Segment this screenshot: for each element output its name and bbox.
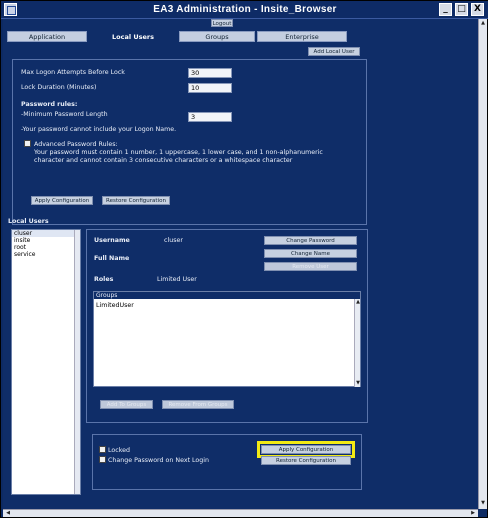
username-label: Username [94, 237, 130, 244]
scroll-up-icon[interactable]: ▲ [479, 20, 487, 27]
user-restore-configuration-button[interactable]: Restore Configuration [261, 456, 351, 465]
add-to-groups-button[interactable]: Add To Groups [100, 400, 153, 409]
list-scrollbar[interactable] [74, 230, 80, 494]
vertical-scrollbar[interactable]: ▲ ▼ [478, 19, 487, 509]
min-password-length-label: -Minimum Password Length [21, 111, 108, 118]
logout-button[interactable]: Logout [211, 19, 233, 27]
scroll-right-icon[interactable]: ▶ [469, 510, 477, 517]
list-item[interactable]: insite [12, 237, 80, 244]
list-item[interactable]: cluser [12, 230, 80, 237]
scroll-up-icon[interactable]: ▲ [355, 299, 361, 306]
remove-user-button[interactable]: Remove User [264, 262, 357, 271]
change-password-next-login-checkbox[interactable] [99, 456, 106, 463]
roles-label: Roles [94, 276, 114, 283]
apply-configuration-button[interactable]: Apply Configuration [31, 196, 93, 205]
tab-groups[interactable]: Groups [179, 31, 255, 42]
groups-scrollbar[interactable]: ▲ ▼ [354, 299, 360, 387]
locked-checkbox[interactable] [99, 446, 106, 453]
lock-duration-label: Lock Duration (Minutes) [21, 84, 97, 91]
window-title: EA3 Administration - Insite_Browser [153, 4, 337, 15]
scroll-down-icon[interactable]: ▼ [355, 380, 361, 387]
change-password-button[interactable]: Change Password [264, 236, 357, 245]
advanced-password-rules-checkbox[interactable] [24, 140, 31, 147]
advanced-rules-text-2: character and cannot contain 3 consecuti… [34, 157, 293, 164]
roles-value: Limited User [157, 276, 197, 283]
groups-heading: Groups [94, 292, 360, 299]
password-rules-heading: Password rules: [21, 101, 78, 108]
list-item[interactable]: service [12, 251, 80, 258]
logon-settings-panel: Max Logon Attempts Before Lock 30 Lock D… [12, 59, 367, 225]
close-icon[interactable]: X [471, 3, 484, 16]
scroll-left-icon[interactable]: ◀ [4, 510, 12, 517]
tab-local-users[interactable]: Local Users [89, 31, 177, 42]
locked-label: Locked [108, 447, 131, 454]
add-local-user-button[interactable]: Add Local User [308, 47, 360, 56]
local-users-list[interactable]: cluser insite root service [11, 229, 81, 495]
logon-name-rule-text: -Your password cannot include your Logon… [21, 126, 177, 133]
change-password-next-login-label: Change Password on Next Login [108, 457, 210, 464]
remove-from-groups-button[interactable]: Remove From Groups [162, 400, 234, 409]
username-value: cluser [164, 237, 183, 244]
full-name-label: Full Name [94, 255, 130, 262]
minimize-icon[interactable]: _ [439, 3, 452, 16]
application-window: EA3 Administration - Insite_Browser _ □ … [0, 0, 488, 518]
horizontal-scrollbar[interactable]: ◀ ▶ [3, 509, 478, 517]
list-item[interactable]: LimitedUser [96, 302, 134, 309]
change-name-button[interactable]: Change Name [264, 249, 357, 258]
local-users-heading: Local Users [8, 218, 49, 225]
tab-bar: Application Local Users Groups Enterpris… [7, 31, 473, 43]
advanced-rules-text-1: Your password must contain 1 number, 1 u… [34, 149, 323, 156]
title-bar[interactable]: EA3 Administration - Insite_Browser _ □ … [1, 1, 488, 19]
max-logon-label: Max Logon Attempts Before Lock [21, 69, 125, 76]
groups-list[interactable]: Groups LimitedUser ▲ ▼ [93, 291, 361, 387]
list-item[interactable]: root [12, 244, 80, 251]
advanced-password-rules-label: Advanced Password Rules: [34, 141, 118, 148]
lock-duration-input[interactable]: 10 [188, 83, 232, 93]
tab-application[interactable]: Application [7, 31, 87, 42]
main-content: Logout Application Local Users Groups En… [3, 19, 478, 509]
user-apply-configuration-button[interactable]: Apply Configuration [257, 441, 355, 458]
tab-enterprise[interactable]: Enterprise [257, 31, 347, 42]
user-options-panel: Locked Change Password on Next Login App… [92, 434, 362, 490]
maximize-icon[interactable]: □ [455, 3, 468, 16]
restore-configuration-button[interactable]: Restore Configuration [102, 196, 170, 205]
min-password-length-input[interactable]: 3 [188, 112, 232, 122]
max-logon-input[interactable]: 30 [188, 68, 232, 78]
scroll-down-icon[interactable]: ▼ [479, 500, 487, 507]
